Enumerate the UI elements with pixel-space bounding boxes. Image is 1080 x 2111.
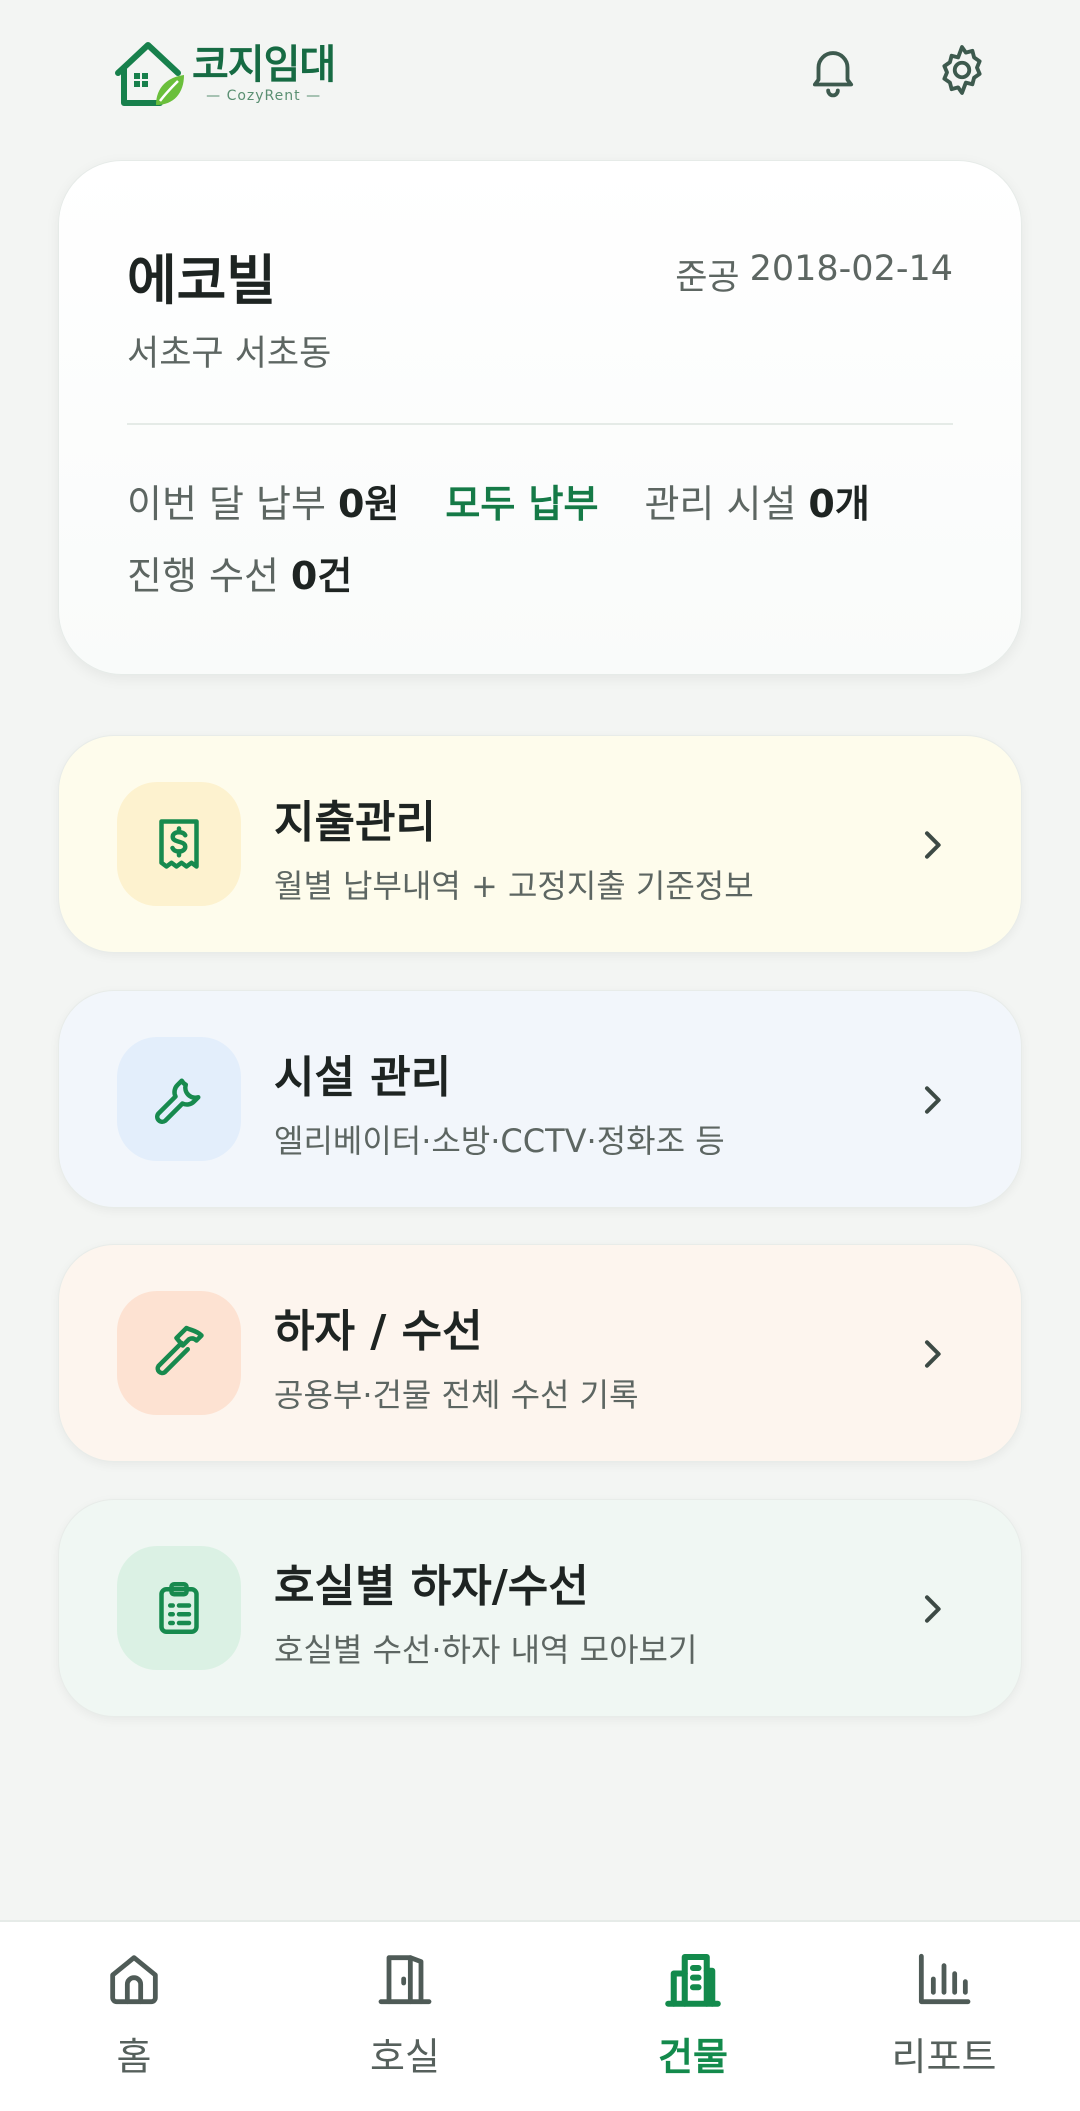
hammer-icon bbox=[117, 1291, 241, 1415]
chevron-right-icon bbox=[907, 820, 957, 870]
menu-card-expense[interactable]: 지출관리 월별 납부내역 + 고정지출 기준정보 bbox=[58, 735, 1022, 953]
chevron-right-icon bbox=[907, 1584, 957, 1634]
nav-tab-building[interactable]: 건물 bbox=[583, 1944, 803, 2094]
menu-subtitle: 공용부·건물 전체 수선 기록 bbox=[274, 1376, 639, 1414]
home-icon bbox=[99, 1944, 169, 2014]
settings-gear-icon[interactable] bbox=[932, 40, 992, 100]
built-date: 2018-02-14 bbox=[749, 249, 953, 289]
nav-label: 건물 bbox=[658, 2035, 728, 2079]
logo-text: 코지임대 bbox=[192, 42, 336, 88]
built-date-info: 준공 2018-02-14 bbox=[675, 249, 953, 300]
built-label: 준공 bbox=[675, 258, 740, 298]
repair-label: 진행 수선 bbox=[127, 554, 279, 598]
stats-row-1: 이번 달 납부 0원 모두 납부 관리 시설 0개 bbox=[127, 473, 870, 528]
payment-value: 0원 bbox=[337, 482, 400, 526]
nav-label: 호실 bbox=[370, 2035, 440, 2079]
menu-card-repair[interactable]: 하자 / 수선 공용부·건물 전체 수선 기록 bbox=[58, 1244, 1022, 1462]
house-leaf-logo-icon bbox=[112, 37, 186, 111]
chevron-right-icon bbox=[907, 1075, 957, 1125]
building-summary-card: 에코빌 준공 2018-02-14 서초구 서초동 이번 달 납부 0원 모두 … bbox=[58, 160, 1022, 675]
menu-subtitle: 호실별 수선·하자 내역 모아보기 bbox=[274, 1631, 698, 1669]
payment-status-badge: 모두 납부 bbox=[445, 482, 599, 526]
building-icon bbox=[658, 1944, 728, 2014]
door-icon bbox=[370, 1944, 440, 2014]
nav-tab-report[interactable]: 리포트 bbox=[834, 1944, 1054, 2094]
menu-card-facility[interactable]: 시설 관리 엘리베이터·소방·CCTV·정화조 등 bbox=[58, 990, 1022, 1208]
bar-chart-icon bbox=[909, 1944, 979, 2014]
stats-row-2: 진행 수선 0건 bbox=[127, 545, 352, 600]
app-header: 코지임대 — CozyRent — bbox=[0, 0, 1080, 150]
menu-subtitle: 엘리베이터·소방·CCTV·정화조 등 bbox=[274, 1122, 725, 1160]
clipboard-list-icon bbox=[117, 1546, 241, 1670]
notification-bell-icon[interactable] bbox=[803, 40, 863, 100]
menu-title: 지출관리 bbox=[274, 797, 436, 848]
nav-tab-rooms[interactable]: 호실 bbox=[295, 1944, 515, 2094]
nav-tab-home[interactable]: 홈 bbox=[24, 1944, 244, 2094]
menu-title: 시설 관리 bbox=[274, 1052, 452, 1103]
building-name: 에코빌 bbox=[127, 249, 277, 312]
receipt-dollar-icon bbox=[117, 782, 241, 906]
chevron-right-icon bbox=[907, 1329, 957, 1379]
repair-value: 0건 bbox=[290, 554, 353, 598]
nav-label: 리포트 bbox=[891, 2035, 997, 2079]
card-divider bbox=[127, 423, 953, 425]
menu-card-unit-repair[interactable]: 호실별 하자/수선 호실별 수선·하자 내역 모아보기 bbox=[58, 1499, 1022, 1717]
menu-title: 호실별 하자/수선 bbox=[274, 1561, 589, 1612]
building-address: 서초구 서초동 bbox=[127, 334, 332, 374]
menu-title: 하자 / 수선 bbox=[274, 1306, 483, 1357]
wrench-icon bbox=[117, 1037, 241, 1161]
facility-label: 관리 시설 bbox=[644, 482, 797, 526]
nav-label: 홈 bbox=[116, 2035, 152, 2079]
facility-value: 0개 bbox=[808, 482, 870, 526]
menu-subtitle: 월별 납부내역 + 고정지출 기준정보 bbox=[274, 867, 754, 905]
logo-subtext: — CozyRent — bbox=[206, 88, 322, 104]
app-logo: 코지임대 — CozyRent — bbox=[112, 34, 336, 114]
bottom-navigation: 홈 호실 건물 리포트 bbox=[0, 1920, 1080, 2111]
payment-label: 이번 달 납부 bbox=[127, 482, 326, 526]
